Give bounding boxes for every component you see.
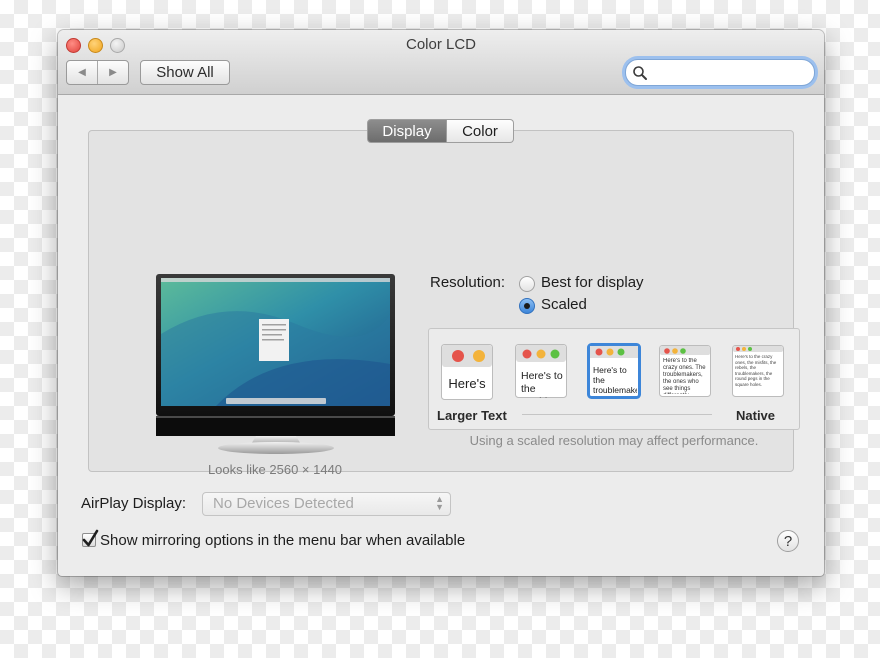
search-input[interactable] xyxy=(646,62,806,83)
window-title: Color LCD xyxy=(405,36,477,53)
tab-display[interactable]: Display xyxy=(367,119,447,143)
native-label: Native xyxy=(736,408,776,423)
scale-option-3-text: Here's to the troublemakers. xyxy=(593,365,637,395)
show-mirroring-label[interactable]: Show mirroring options in the menu bar w… xyxy=(100,532,465,549)
tab-bar: Display Color xyxy=(367,119,514,143)
title-bar: Color LCD ◀ ▶ Show All xyxy=(58,30,824,95)
resolution-label: Resolution: xyxy=(430,274,506,291)
search-field[interactable] xyxy=(625,59,815,86)
forward-arrow-icon: ▶ xyxy=(109,67,117,78)
scale-track xyxy=(522,414,712,415)
airplay-display-select[interactable]: No Devices Detected ▲ ▼ xyxy=(202,492,451,516)
display-preview-image xyxy=(156,274,395,454)
looks-like-resolution: Looks like 2560 × 1440 xyxy=(207,462,343,477)
forward-button[interactable]: ▶ xyxy=(97,61,128,84)
scale-option-4-text: Here's to the crazy ones. The troublemak… xyxy=(663,358,706,394)
show-all-button[interactable]: Show All xyxy=(140,60,230,85)
scaled-radio[interactable] xyxy=(519,298,535,314)
back-button[interactable]: ◀ xyxy=(67,61,97,84)
help-button[interactable]: ? xyxy=(777,530,799,552)
best-for-display-label[interactable]: Best for display xyxy=(541,274,644,291)
system-preferences-window: Color LCD ◀ ▶ Show All Looks like 2560 ×… xyxy=(58,30,824,576)
scale-option-larger-text[interactable] xyxy=(441,344,493,400)
tab-content-panel: Looks like 2560 × 1440 Resolution: Best … xyxy=(88,130,800,477)
back-forward-group: ◀ ▶ xyxy=(66,60,129,85)
back-arrow-icon: ◀ xyxy=(78,67,86,78)
scale-option-2-text: Here's to the troublemakers. xyxy=(521,370,565,398)
scaled-resolution-picker: Here's Here's to the troublemakers. Here… xyxy=(428,328,800,430)
up-down-arrows-icon: ▲ ▼ xyxy=(435,494,444,512)
scale-option-5-text: Here's to the crazy ones, the misfits, t… xyxy=(735,354,777,387)
performance-note: Using a scaled resolution may affect per… xyxy=(469,433,759,448)
scale-option-1-text: Here's xyxy=(448,376,486,391)
airplay-display-label: AirPlay Display: xyxy=(81,495,187,512)
scaled-label[interactable]: Scaled xyxy=(541,296,587,313)
airplay-selected-value: No Devices Detected xyxy=(213,495,354,512)
larger-text-label: Larger Text xyxy=(437,408,507,423)
best-for-display-radio[interactable] xyxy=(519,276,535,292)
tab-color[interactable]: Color xyxy=(447,119,514,143)
show-mirroring-checkbox[interactable] xyxy=(82,529,99,547)
checkmark-icon xyxy=(82,529,99,547)
